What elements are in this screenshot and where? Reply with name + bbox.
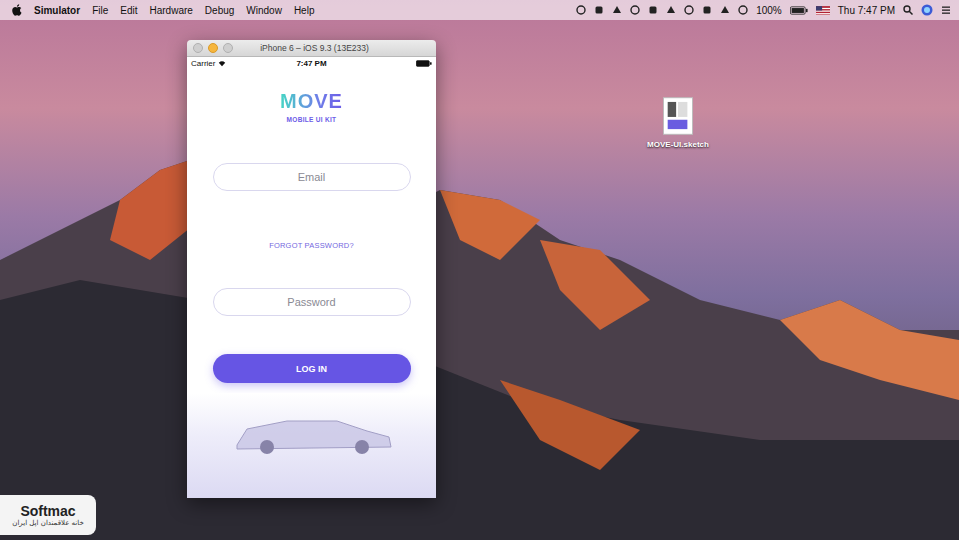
menu-item[interactable]: Edit: [120, 5, 137, 16]
apple-logo-icon[interactable]: [12, 4, 22, 16]
car-photo: [187, 393, 436, 498]
watermark-tagline: خانه علاقمندان اپل ایران: [12, 519, 84, 527]
wifi-icon: [218, 60, 226, 67]
status-time: 7:47 PM: [296, 59, 326, 68]
phone-screen: Carrier 7:47 PM MOVE MOBILE UI KIT Email FORG…: [187, 57, 436, 498]
menu-extra-icon[interactable]: [612, 5, 622, 15]
search-icon[interactable]: [903, 5, 913, 15]
status-bar: Carrier 7:47 PM: [187, 57, 436, 70]
menu-item[interactable]: Help: [294, 5, 315, 16]
menu-item[interactable]: Debug: [205, 5, 234, 16]
menu-extra-icon[interactable]: [576, 5, 586, 15]
minimize-button[interactable]: [208, 43, 218, 53]
desktop: Simulator File Edit Hardware Debug Window Help…: [0, 0, 959, 540]
menu-extra-icon[interactable]: [648, 5, 658, 15]
battery-percent: 100%: [756, 5, 782, 16]
mountain-photo-icon: [0, 0, 959, 540]
siri-icon[interactable]: [921, 4, 933, 16]
carrier: Carrier: [191, 59, 215, 68]
simulator-window[interactable]: iPhone 6 – iOS 9.3 (13E233) Carrier 7:47 P…: [187, 40, 436, 498]
menu-item[interactable]: Window: [246, 5, 282, 16]
desktop-file[interactable]: MOVE-UI.sketch: [636, 96, 720, 149]
login-button[interactable]: LOG IN: [213, 354, 411, 383]
title-bar[interactable]: iPhone 6 – iOS 9.3 (13E233): [187, 40, 436, 57]
menu-extra-icon[interactable]: [738, 5, 748, 15]
file-label[interactable]: MOVE-UI.sketch: [647, 140, 709, 149]
phone-battery-icon: [416, 60, 432, 67]
menu-bar: Simulator File Edit Hardware Debug Window Help…: [0, 0, 959, 20]
wallpaper: [0, 0, 959, 540]
window-title: iPhone 6 – iOS 9.3 (13E233): [233, 43, 436, 53]
email-field[interactable]: Email: [213, 163, 411, 191]
close-button[interactable]: [193, 43, 203, 53]
menu-item[interactable]: File: [92, 5, 108, 16]
sketch-file-icon[interactable]: [663, 96, 693, 136]
app-menu[interactable]: Simulator: [34, 5, 80, 16]
car-icon: [227, 407, 397, 457]
menu-extra-icon[interactable]: [720, 5, 730, 15]
menu-extra-icon[interactable]: [702, 5, 712, 15]
move-logo: MOVE: [280, 91, 343, 111]
menu-extra-icon[interactable]: [594, 5, 604, 15]
flag-icon[interactable]: [816, 6, 830, 15]
notification-center-icon[interactable]: [941, 5, 951, 15]
menu-extra-icon[interactable]: [630, 5, 640, 15]
zoom-button[interactable]: [223, 43, 233, 53]
clock[interactable]: Thu 7:47 PM: [838, 5, 895, 16]
menu-item[interactable]: Hardware: [149, 5, 192, 16]
logo-subtitle: MOBILE UI KIT: [287, 115, 337, 125]
battery-icon[interactable]: [790, 6, 808, 15]
menu-extra-icon[interactable]: [666, 5, 676, 15]
menu-extra-icon[interactable]: [684, 5, 694, 15]
forgot-password-link[interactable]: FORGOT PASSWORD?: [269, 241, 354, 250]
watermark-brand: Softmac: [20, 503, 75, 519]
password-field[interactable]: Password: [213, 288, 411, 316]
watermark: Softmacخانه علاقمندان اپل ایران: [0, 495, 96, 535]
